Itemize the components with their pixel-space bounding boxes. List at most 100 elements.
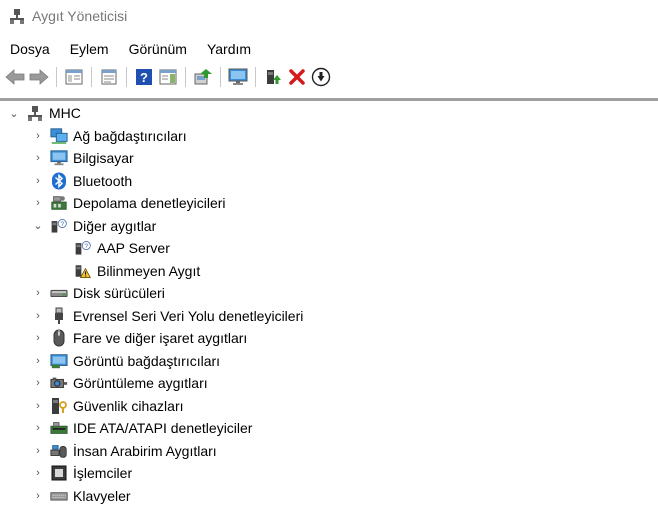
- keyboard-icon: [50, 487, 68, 505]
- tree-item-label: Güvenlik cihazları: [73, 398, 184, 414]
- toolbar-separator: [56, 67, 57, 87]
- title-bar: Aygıt Yöneticisi: [0, 0, 658, 32]
- scan-hardware-icon: [227, 68, 249, 86]
- tree-child-aap-server[interactable]: ? AAP Server: [0, 237, 658, 260]
- forward-arrow-icon: [29, 69, 49, 85]
- toolbar-separator: [220, 67, 221, 87]
- toolbar-separator: [185, 67, 186, 87]
- disk-drive-icon: [50, 284, 68, 302]
- menu-action[interactable]: Eylem: [60, 41, 119, 57]
- expand-chevron-icon[interactable]: ›: [32, 355, 44, 367]
- toolbar-separator: [91, 67, 92, 87]
- expand-chevron-icon[interactable]: ›: [32, 332, 44, 344]
- menu-file[interactable]: Dosya: [0, 41, 60, 57]
- network-adapter-icon: [50, 127, 68, 145]
- tree-child-label: AAP Server: [97, 240, 170, 256]
- tree-item-imaging-devices[interactable]: › Görüntüleme aygıtları: [0, 372, 658, 395]
- expand-chevron-icon[interactable]: ›: [32, 310, 44, 322]
- tree-item-ide-controllers[interactable]: › IDE ATA/ATAPI denetleyiciler: [0, 417, 658, 440]
- svg-text:?: ?: [84, 243, 88, 250]
- storage-controller-icon: [50, 194, 68, 212]
- expand-chevron-icon[interactable]: ›: [32, 152, 44, 164]
- update-driver-icon: [193, 68, 213, 86]
- tree-item-label: IDE ATA/ATAPI denetleyiciler: [73, 420, 252, 436]
- tree-child-label: Bilinmeyen Aygıt: [97, 263, 200, 279]
- properties-button[interactable]: [98, 66, 120, 88]
- collapse-chevron-icon[interactable]: ⌄: [32, 220, 44, 232]
- show-hide-console-tree-button[interactable]: [63, 66, 85, 88]
- tree-item-human-interface-devices[interactable]: › İnsan Arabirim Aygıtları: [0, 440, 658, 463]
- toolbar-divider: [0, 98, 658, 101]
- ide-controller-icon: [50, 419, 68, 437]
- tree-item-display-adapters[interactable]: › Görüntü bağdaştırıcıları: [0, 350, 658, 373]
- tree-item-network-adapters[interactable]: › Ağ bağdaştırıcıları: [0, 125, 658, 148]
- svg-text:?: ?: [140, 70, 148, 85]
- device-manager-icon: [8, 7, 26, 25]
- tree-item-label: Bilgisayar: [73, 150, 134, 166]
- tree-item-label: Görüntüleme aygıtları: [73, 375, 208, 391]
- enable-device-icon: [264, 68, 282, 86]
- mouse-icon: [50, 329, 68, 347]
- expand-chevron-icon[interactable]: ›: [32, 467, 44, 479]
- tree-item-keyboards[interactable]: › Klavyeler: [0, 485, 658, 507]
- expand-chevron-icon[interactable]: ›: [32, 377, 44, 389]
- processor-icon: [50, 464, 68, 482]
- tree-item-label: Evrensel Seri Veri Yolu denetleyicileri: [73, 308, 303, 324]
- expand-chevron-icon[interactable]: ›: [32, 175, 44, 187]
- action-pane-button[interactable]: [157, 66, 179, 88]
- tree-item-disk-drives[interactable]: › Disk sürücüleri: [0, 282, 658, 305]
- toolbar: ?: [0, 63, 658, 91]
- tree-item-storage-controllers[interactable]: › Depolama denetleyicileri: [0, 192, 658, 215]
- device-tree: ⌄ MHC › Ağ bağdaştırıcıları ›: [0, 102, 658, 507]
- toolbar-separator: [126, 67, 127, 87]
- expand-chevron-icon[interactable]: ›: [32, 197, 44, 209]
- forward-button[interactable]: [28, 66, 50, 88]
- uninstall-device-button[interactable]: [286, 66, 308, 88]
- tree-child-unknown-device[interactable]: Bilinmeyen Aygıt: [0, 260, 658, 283]
- computer-root-icon: [26, 104, 44, 122]
- tree-item-label: Görüntü bağdaştırıcıları: [73, 353, 220, 369]
- tree-item-mice[interactable]: › Fare ve diğer işaret aygıtları: [0, 327, 658, 350]
- menu-view[interactable]: Görünüm: [119, 41, 197, 57]
- expand-chevron-icon[interactable]: ›: [32, 490, 44, 502]
- expand-chevron-icon[interactable]: ›: [32, 445, 44, 457]
- tree-item-label: Bluetooth: [73, 173, 132, 189]
- tree-item-label: Disk sürücüleri: [73, 285, 165, 301]
- bluetooth-icon: [50, 172, 68, 190]
- tree-item-label: Diğer aygıtlar: [73, 218, 156, 234]
- tree-root-label: MHC: [49, 105, 81, 121]
- action-pane-icon: [159, 69, 177, 85]
- properties-icon: [100, 69, 118, 85]
- warning-device-icon: [74, 262, 92, 280]
- download-icon: [311, 67, 331, 87]
- collapse-chevron-icon[interactable]: ⌄: [8, 107, 20, 119]
- tree-item-label: Fare ve diğer işaret aygıtları: [73, 330, 247, 346]
- back-button[interactable]: [4, 66, 26, 88]
- tree-item-other-devices[interactable]: ⌄ ? Diğer aygıtlar: [0, 215, 658, 238]
- tree-item-processors[interactable]: › İşlemciler: [0, 462, 658, 485]
- menu-bar: Dosya Eylem Görünüm Yardım: [0, 38, 658, 60]
- tree-item-security-devices[interactable]: › Güvenlik cihazları: [0, 395, 658, 418]
- download-button[interactable]: [310, 66, 332, 88]
- computer-icon: [50, 149, 68, 167]
- tree-item-label: İnsan Arabirim Aygıtları: [73, 443, 217, 459]
- tree-item-usb-controllers[interactable]: › Evrensel Seri Veri Yolu denetleyiciler…: [0, 305, 658, 328]
- tree-item-bluetooth[interactable]: › Bluetooth: [0, 170, 658, 193]
- tree-root[interactable]: ⌄ MHC: [0, 102, 658, 125]
- expand-chevron-icon[interactable]: ›: [32, 130, 44, 142]
- menu-help[interactable]: Yardım: [197, 41, 261, 57]
- expand-chevron-icon[interactable]: ›: [32, 400, 44, 412]
- help-icon: ?: [135, 68, 153, 86]
- display-adapter-icon: [50, 352, 68, 370]
- help-button[interactable]: ?: [133, 66, 155, 88]
- tree-item-computer[interactable]: › Bilgisayar: [0, 147, 658, 170]
- hid-icon: [50, 442, 68, 460]
- other-devices-icon: ?: [50, 217, 68, 235]
- update-driver-button[interactable]: [192, 66, 214, 88]
- svg-text:?: ?: [60, 221, 64, 228]
- enable-device-button[interactable]: [262, 66, 284, 88]
- expand-chevron-icon[interactable]: ›: [32, 287, 44, 299]
- tree-item-label: Depolama denetleyicileri: [73, 195, 226, 211]
- scan-hardware-button[interactable]: [227, 66, 249, 88]
- expand-chevron-icon[interactable]: ›: [32, 422, 44, 434]
